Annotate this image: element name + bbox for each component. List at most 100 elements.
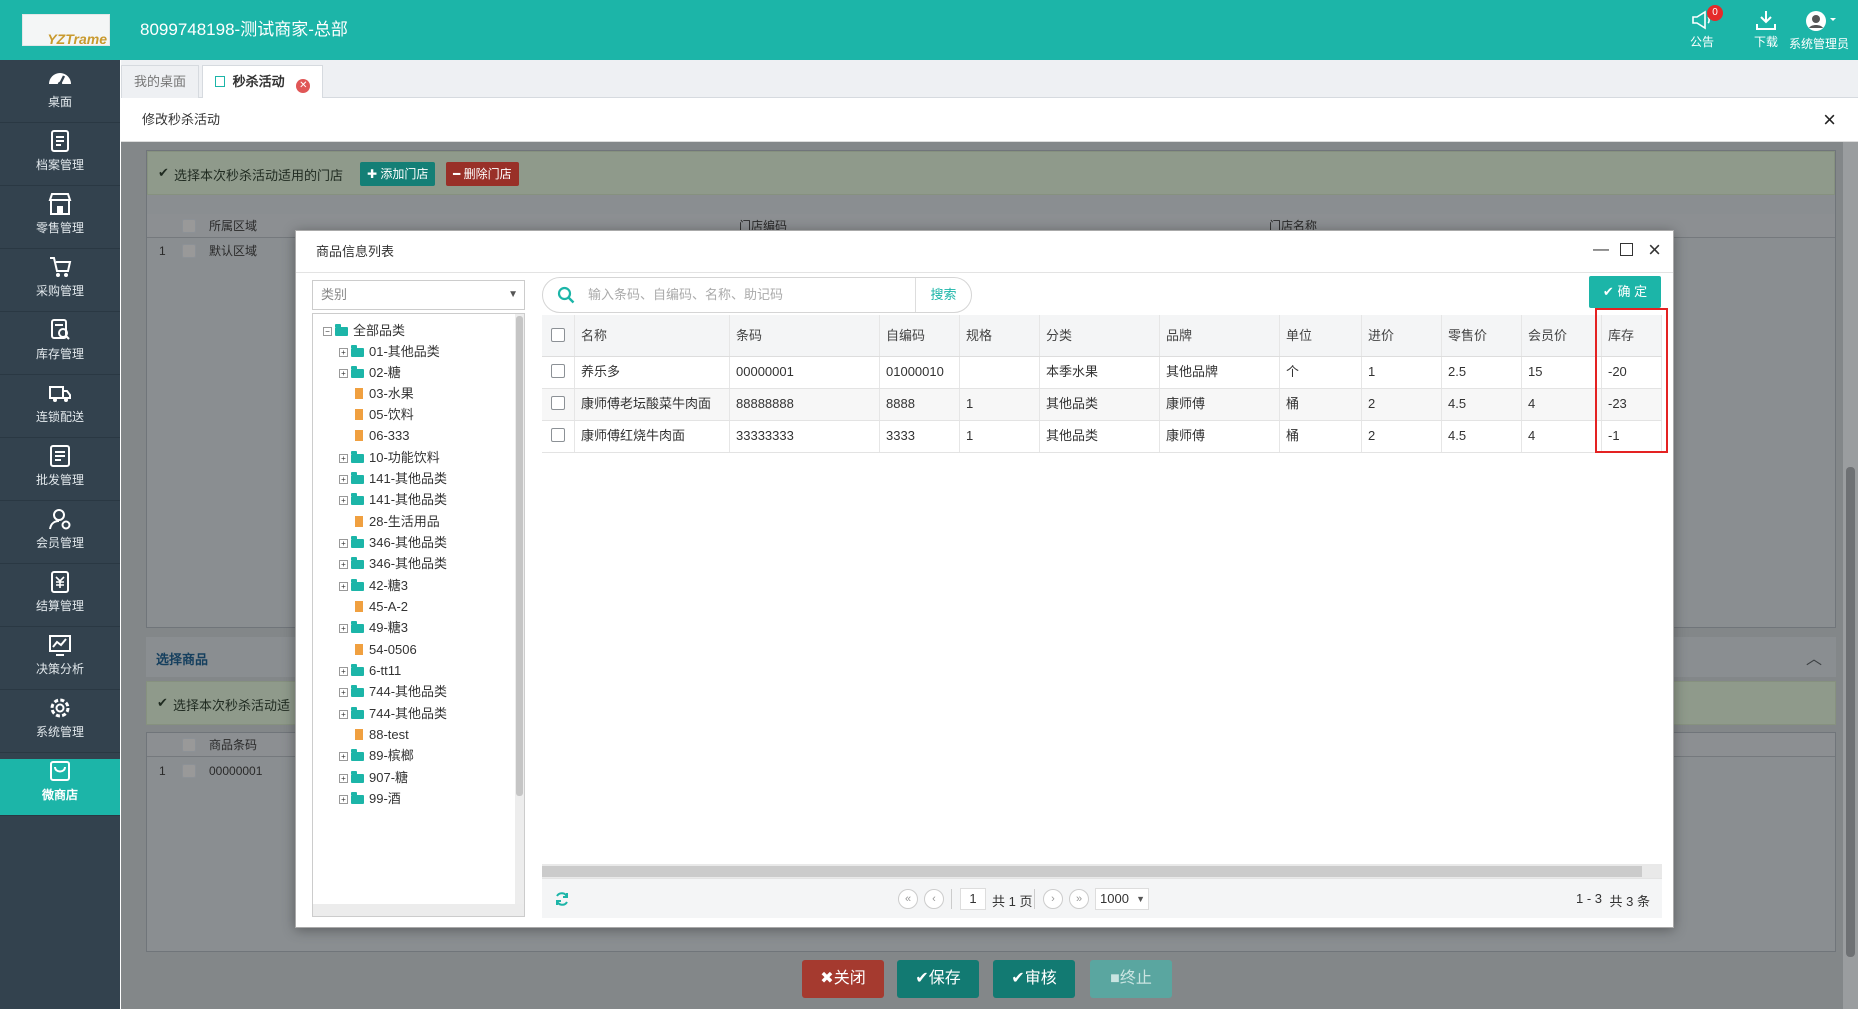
sidebar-item-delivery[interactable]: 连锁配送 <box>0 381 120 438</box>
tree-node[interactable]: +99-酒 <box>339 786 401 811</box>
expand-icon[interactable]: + <box>339 475 348 484</box>
page-scrollbar[interactable] <box>1843 142 1858 1009</box>
sidebar-item-analysis[interactable]: 决策分析 <box>0 633 120 690</box>
sidebar-item-inventory[interactable]: 库存管理 <box>0 318 120 375</box>
modal-close-icon[interactable]: × <box>1648 237 1661 263</box>
sidebar-item-wholesale[interactable]: 批发管理 <box>0 444 120 501</box>
col-header-brand[interactable]: 品牌 <box>1160 315 1280 356</box>
tab-close-icon[interactable]: ✕ <box>296 79 311 93</box>
add-store-button[interactable]: ✚ 添加门店 <box>360 162 436 186</box>
confirm-button[interactable]: ✔ 确 定 <box>1589 276 1661 308</box>
row-checkbox[interactable] <box>551 428 565 442</box>
sidebar-item-settlement[interactable]: 结算管理 <box>0 570 120 627</box>
collapse-icon[interactable]: − <box>323 327 332 336</box>
row-checkbox[interactable] <box>182 764 196 778</box>
folder-icon <box>351 685 364 697</box>
col-header-spec[interactable]: 规格 <box>960 315 1040 356</box>
col-header-cost-price[interactable]: 进价 <box>1362 315 1442 356</box>
page-number-input[interactable]: 1 <box>960 888 986 910</box>
save-button[interactable]: ✔保存 <box>897 960 979 998</box>
page-scrollbar-thumb[interactable] <box>1846 467 1855 957</box>
cell-name: 康师傅老坛酸菜牛肉面 <box>575 389 730 420</box>
close-button[interactable]: ✖关闭 <box>802 960 884 998</box>
table-row[interactable]: 康师傅老坛酸菜牛肉面 88888888 8888 1 其他品类 康师傅 桶 2 … <box>542 389 1662 421</box>
tree-scrollbar-thumb[interactable] <box>516 316 523 796</box>
col-header-unit[interactable]: 单位 <box>1280 315 1362 356</box>
refresh-icon[interactable] <box>554 891 570 907</box>
goods-select-all-checkbox[interactable] <box>182 738 196 752</box>
col-header-name[interactable]: 名称 <box>575 315 730 356</box>
sidebar-item-member[interactable]: 会员管理 <box>0 507 120 564</box>
collapse-chevron-icon[interactable]: ︿ <box>1806 645 1822 669</box>
cell-cost-price: 1 <box>1362 357 1442 388</box>
search-input[interactable]: 输入条码、自编码、名称、助记码 <box>588 278 908 312</box>
stop-square-icon: ■ <box>1110 970 1120 987</box>
sidebar-item-retail[interactable]: 零售管理 <box>0 192 120 249</box>
page-close-icon[interactable]: × <box>1823 98 1836 142</box>
table-row[interactable]: 康师傅红烧牛肉面 33333333 3333 1 其他品类 康师傅 桶 2 4.… <box>542 421 1662 453</box>
expand-icon[interactable]: + <box>339 752 348 761</box>
page-size-select[interactable]: 1000 ▼ <box>1095 888 1149 910</box>
row-number: 1 <box>159 244 166 258</box>
sidebar-item-purchase[interactable]: 采购管理 <box>0 255 120 312</box>
tree-scrollbar[interactable] <box>515 314 524 916</box>
sidebar-item-micro-shop[interactable]: 微商店 <box>0 759 120 816</box>
download-button[interactable]: 下载 <box>1740 8 1792 50</box>
sidebar-item-archive[interactable]: 档案管理 <box>0 129 120 186</box>
user-menu[interactable]: 系统管理员 <box>1786 8 1852 52</box>
tree-horizontal-scrollbar[interactable] <box>313 904 524 916</box>
expand-icon[interactable]: + <box>339 369 348 378</box>
table-row[interactable]: 养乐多 00000001 01000010 本季水果 其他品牌 个 1 2.5 … <box>542 357 1662 389</box>
expand-icon[interactable]: + <box>339 710 348 719</box>
tree-node-label: 89-槟榔 <box>369 748 414 763</box>
announcement-button[interactable]: 0 公告 <box>1676 5 1728 50</box>
expand-icon[interactable]: + <box>339 539 348 548</box>
category-select[interactable]: 类别 ▼ <box>312 280 525 310</box>
row-select-cell <box>542 389 575 420</box>
first-page-button[interactable]: « <box>898 889 918 909</box>
tab-flash-sale[interactable]: 秒杀活动 ✕ <box>202 65 324 99</box>
expand-icon[interactable]: + <box>339 582 348 591</box>
expand-icon[interactable]: + <box>339 496 348 505</box>
col-header-category[interactable]: 分类 <box>1040 315 1160 356</box>
row-checkbox[interactable] <box>551 396 565 410</box>
expand-icon[interactable]: + <box>339 774 348 783</box>
last-page-button[interactable]: » <box>1069 889 1089 909</box>
sidebar-item-desktop[interactable]: 桌面 <box>0 66 120 123</box>
tree-node-label: 49-糖3 <box>369 620 409 635</box>
grid-horizontal-scrollbar[interactable] <box>542 864 1662 878</box>
delete-store-button[interactable]: ━ 删除门店 <box>446 162 519 186</box>
expand-icon[interactable]: + <box>339 624 348 633</box>
stop-button[interactable]: ■终止 <box>1090 960 1172 998</box>
prev-page-button[interactable]: ‹ <box>924 889 944 909</box>
expand-icon[interactable]: + <box>339 348 348 357</box>
expand-icon[interactable]: + <box>339 795 348 804</box>
row-checkbox[interactable] <box>551 364 565 378</box>
row-number: 1 <box>159 764 166 778</box>
tree-node-label: 346-其他品类 <box>369 556 448 571</box>
maximize-icon[interactable] <box>1620 243 1633 256</box>
sidebar-item-system[interactable]: 系统管理 <box>0 696 120 753</box>
expand-icon[interactable]: + <box>339 688 348 697</box>
tree-node-label: 54-0506 <box>369 642 417 657</box>
minimize-icon[interactable]: — <box>1593 241 1609 259</box>
audit-button[interactable]: ✔审核 <box>993 960 1075 998</box>
next-page-button[interactable]: › <box>1043 889 1063 909</box>
grid-scrollbar-thumb[interactable] <box>542 866 1642 877</box>
expand-icon[interactable]: + <box>339 667 348 676</box>
download-icon <box>1756 11 1776 30</box>
col-header-retail-price[interactable]: 零售价 <box>1442 315 1522 356</box>
tab-my-desktop[interactable]: 我的桌面 <box>121 65 200 98</box>
col-header-selfcode[interactable]: 自编码 <box>880 315 960 356</box>
col-header-member-price[interactable]: 会员价 <box>1522 315 1602 356</box>
store-select-all-checkbox[interactable] <box>182 219 196 233</box>
tree-node-label: 10-功能饮料 <box>369 450 440 465</box>
col-header-barcode[interactable]: 条码 <box>730 315 880 356</box>
row-checkbox[interactable] <box>182 244 196 258</box>
search-button[interactable]: 搜索 <box>915 278 971 312</box>
folder-icon <box>351 451 364 463</box>
expand-icon[interactable]: + <box>339 560 348 569</box>
folder-icon <box>351 771 364 783</box>
select-all-checkbox[interactable] <box>551 328 565 342</box>
expand-icon[interactable]: + <box>339 454 348 463</box>
